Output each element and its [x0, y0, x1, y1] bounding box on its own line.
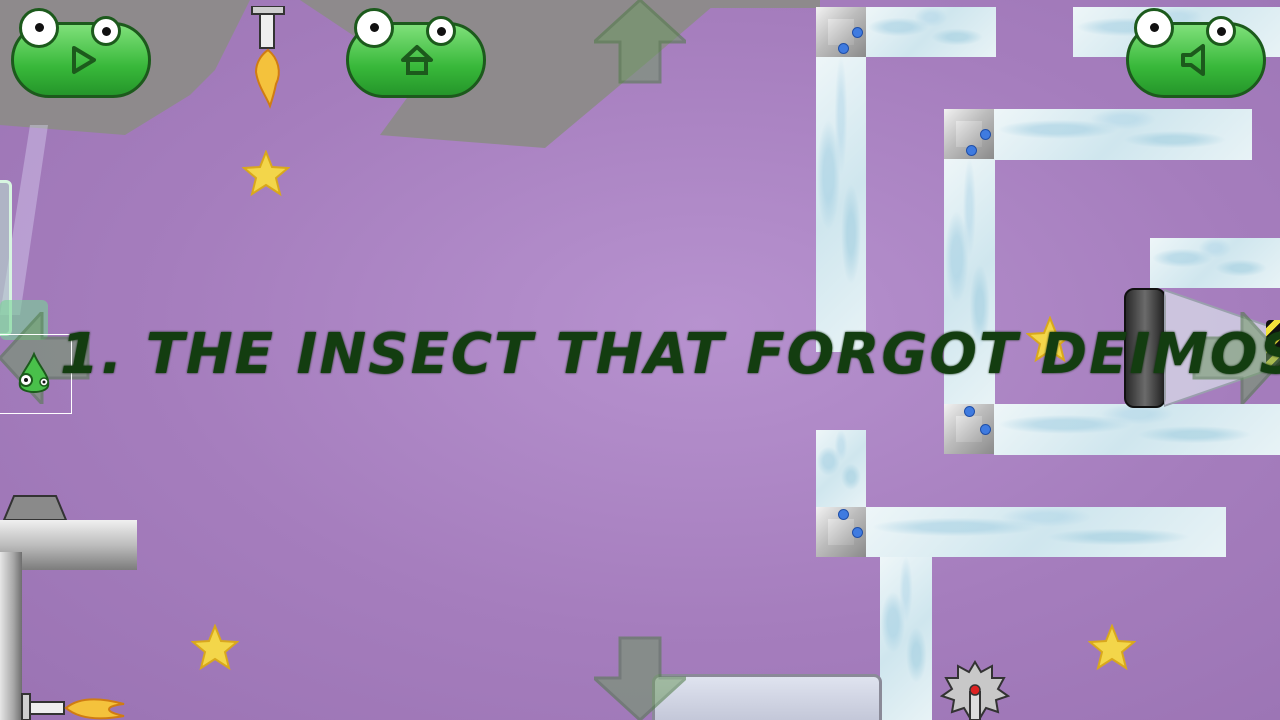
home-button[interactable]	[346, 4, 488, 98]
ice-block	[816, 430, 866, 508]
ice-block	[994, 109, 1252, 160]
flame-nozzle-side	[21, 693, 125, 720]
star-collectible[interactable]	[191, 624, 239, 672]
flame-nozzle-top	[251, 6, 285, 109]
star-collectible[interactable]	[242, 150, 290, 198]
sound-button[interactable]	[1126, 4, 1268, 98]
ice-block	[866, 507, 1226, 557]
metal-corner	[816, 7, 866, 57]
metal-corner	[816, 507, 866, 557]
ice-block	[816, 57, 866, 352]
play-icon	[72, 46, 96, 74]
gravity-arrow-up[interactable]	[594, 0, 686, 84]
home-icon	[401, 45, 433, 75]
player-blob[interactable]	[10, 350, 56, 396]
saw-blade-icon	[940, 660, 1010, 720]
play-button[interactable]	[11, 4, 153, 98]
gravity-arrow-down[interactable]	[594, 636, 686, 720]
metal-corner	[944, 109, 994, 159]
star-collectible[interactable]	[1088, 624, 1136, 672]
ice-block	[994, 404, 1280, 455]
metal-corner	[944, 404, 994, 454]
level-title: 1. THE INSECT THAT FORGOT DEIMOS	[60, 322, 1280, 387]
ice-block	[1150, 238, 1280, 288]
speaker-icon	[1181, 44, 1205, 76]
glass-panel	[652, 674, 882, 720]
game-stage[interactable]: 1. THE INSECT THAT FORGOT DEIMOS	[0, 0, 1280, 720]
ice-block	[880, 557, 932, 720]
metal-pipe	[0, 495, 137, 720]
ice-block	[866, 7, 996, 57]
